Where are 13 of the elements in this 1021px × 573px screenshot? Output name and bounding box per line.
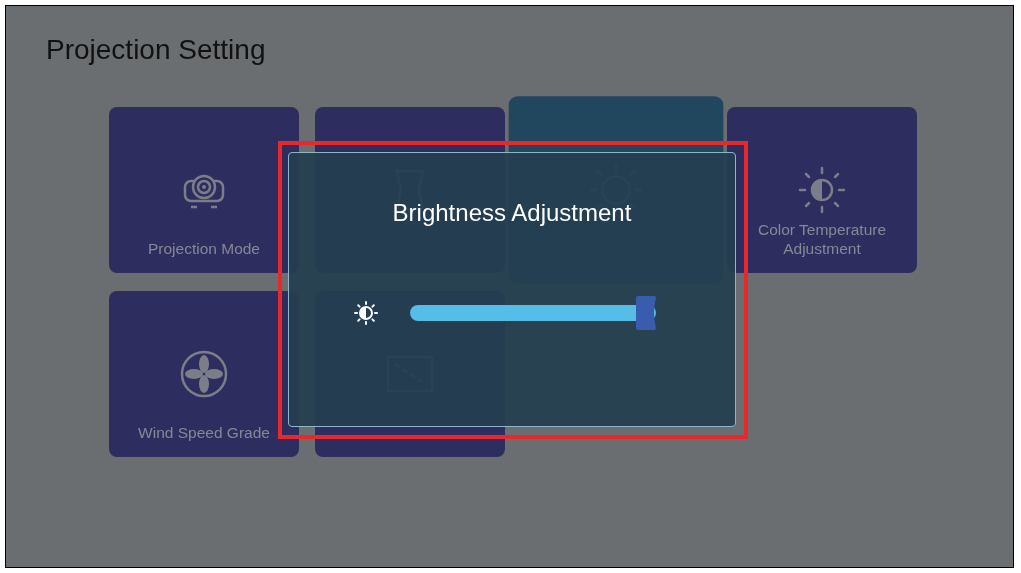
page-title: Projection Setting	[45, 33, 267, 67]
tile-label: Wind Speed Grade	[137, 423, 271, 442]
dialog-title: Brightness Adjustment	[391, 198, 633, 228]
brightness-slider[interactable]	[410, 296, 656, 330]
tile-label: Projection Mode	[147, 239, 261, 258]
contrast-icon	[354, 301, 378, 325]
menu-tile[interactable]: Color Temperature Adjustment	[727, 107, 917, 273]
slider-thumb[interactable]	[636, 296, 656, 330]
fan-icon	[179, 349, 229, 399]
menu-tile[interactable]: Wind Speed Grade	[109, 291, 299, 457]
menu-tile[interactable]: Projection Mode	[109, 107, 299, 273]
tile-label: Color Temperature Adjustment	[756, 220, 888, 258]
contrast-icon	[797, 165, 847, 215]
